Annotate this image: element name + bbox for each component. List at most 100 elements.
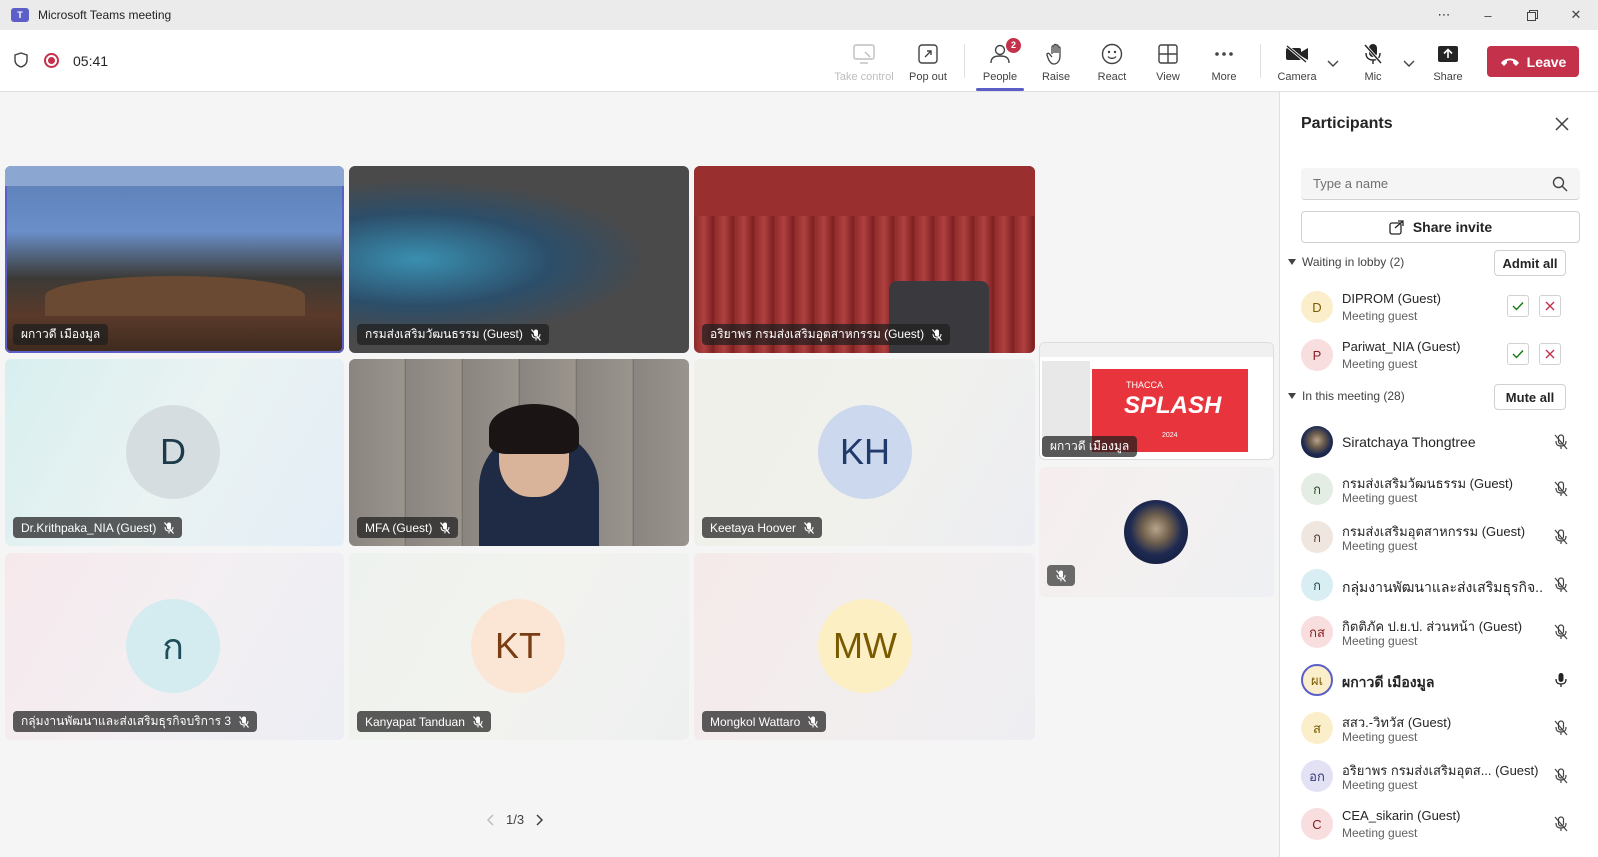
shared-screen-tile[interactable]: THACCA SPLASH 2024 ผกาวดี เมืองมูล	[1039, 342, 1274, 460]
tile-name-label: MFA (Guest)	[357, 517, 459, 538]
participant-item[interactable]: ส สสว.-วิทวัส (Guest) Meeting guest	[1301, 708, 1580, 752]
participant-item[interactable]: C CEA_sikarin (Guest) Meeting guest	[1301, 804, 1580, 848]
tile-name: Keetaya Hoover	[710, 520, 797, 535]
camera-off-icon	[1285, 42, 1309, 66]
raise-hand-icon	[1044, 42, 1068, 66]
tile-name-label: Dr.Krithpaka_NIA (Guest)	[13, 517, 183, 538]
participant-tile[interactable]: ก กลุ่มงานพัฒนาและส่งเสริมธุรกิจบริการ 3	[5, 553, 344, 740]
participant-item[interactable]: กส กิตติภัค ป.ย.ป. ส่วนหน้า (Guest) Meet…	[1301, 612, 1580, 656]
video-stage: ผกาวดี เมืองมูล กรมส่งเสริมวัฒนธรรม (Gue…	[0, 92, 1279, 857]
take-control-icon	[852, 42, 876, 66]
tile-name: ผกาวดี เมืองมูล	[1050, 439, 1130, 453]
avatar: อก	[1301, 760, 1333, 792]
pop-out-button[interactable]: Pop out	[898, 42, 958, 86]
share-invite-label: Share invite	[1412, 219, 1493, 235]
deny-button[interactable]	[1539, 343, 1561, 365]
participant-role: Meeting guest	[1342, 730, 1418, 744]
collapse-icon	[1288, 393, 1296, 399]
leave-button[interactable]: Leave	[1487, 46, 1579, 77]
people-button[interactable]: 2 People	[970, 38, 1030, 91]
mic-off-icon	[472, 715, 483, 728]
share-button[interactable]: Share	[1418, 42, 1478, 86]
take-control-button[interactable]: Take control	[834, 42, 894, 86]
participant-name: Siratchaya Thongtree	[1342, 434, 1476, 450]
close-icon[interactable]	[1552, 114, 1572, 134]
previous-page-icon[interactable]	[486, 813, 496, 827]
lobby-section-header[interactable]: Waiting in lobby (2)	[1288, 255, 1404, 269]
participant-tile[interactable]: KH Keetaya Hoover	[694, 359, 1035, 546]
participant-tile[interactable]: KT Kanyapat Tanduan	[349, 553, 689, 740]
next-page-icon[interactable]	[534, 813, 544, 827]
maximize-icon[interactable]	[1510, 0, 1554, 30]
video-tile[interactable]: อริยาพร กรมส่งเสริมอุตสาหกรรม (Guest)	[694, 166, 1035, 353]
mute-all-button[interactable]: Mute all	[1494, 384, 1566, 410]
mic-off-icon	[1554, 529, 1568, 545]
deny-button[interactable]	[1539, 295, 1561, 317]
admit-button[interactable]	[1507, 295, 1529, 317]
mic-off-icon	[1554, 624, 1568, 640]
lobby-item[interactable]: P Pariwat_NIA (Guest) Meeting guest	[1301, 335, 1580, 379]
pop-out-icon	[916, 42, 940, 66]
participant-tile[interactable]: MW Mongkol Wattaro	[694, 553, 1035, 740]
close-window-icon[interactable]: ✕	[1554, 0, 1598, 30]
more-button[interactable]: More	[1194, 42, 1254, 86]
meeting-section-header[interactable]: In this meeting (28)	[1288, 389, 1405, 403]
video-tile[interactable]: MFA (Guest)	[349, 359, 689, 546]
more-options-icon[interactable]: ⋯	[1422, 0, 1466, 30]
mic-off-icon	[804, 521, 815, 534]
avatar: KH	[818, 405, 912, 499]
participant-tile[interactable]	[1039, 467, 1274, 597]
video-tile[interactable]: กรมส่งเสริมวัฒนธรรม (Guest)	[349, 166, 689, 353]
participant-item[interactable]: ก กรมส่งเสริมอุตสาหกรรม (Guest) Meeting …	[1301, 517, 1580, 561]
curtain-valance	[694, 166, 1035, 216]
lobby-item[interactable]: D DIPROM (Guest) Meeting guest	[1301, 287, 1580, 331]
mic-off-icon	[1554, 481, 1568, 497]
participant-tile[interactable]: D Dr.Krithpaka_NIA (Guest)	[5, 359, 344, 546]
page-indicator: 1/3	[506, 812, 525, 827]
share-invite-button[interactable]: Share invite	[1301, 211, 1580, 243]
toolbar-divider	[964, 44, 965, 78]
participant-name: Pariwat_NIA (Guest)	[1342, 339, 1461, 354]
participant-item[interactable]: ผเ ผกาวดี เมืองมูล	[1301, 660, 1580, 704]
admit-all-button[interactable]: Admit all	[1494, 250, 1566, 276]
view-button[interactable]: View	[1138, 42, 1198, 86]
shield-icon[interactable]	[14, 52, 28, 68]
recording-icon	[44, 53, 59, 68]
avatar: ก	[1301, 521, 1333, 553]
mic-options-chevron-icon[interactable]	[1402, 56, 1416, 70]
participant-role: Meeting guest	[1342, 634, 1418, 648]
avatar: MW	[818, 599, 912, 693]
participant-item[interactable]: ก กรมส่งเสริมวัฒนธรรม (Guest) Meeting gu…	[1301, 469, 1580, 513]
checkmark-icon	[1512, 350, 1524, 359]
tile-name: Mongkol Wattaro	[710, 714, 801, 729]
person-hair	[489, 404, 579, 454]
camera-options-chevron-icon[interactable]	[1326, 56, 1340, 70]
participant-item[interactable]: Siratchaya Thongtree	[1301, 422, 1580, 466]
title-bar: T Microsoft Teams meeting ⋯ – ✕	[0, 0, 1598, 30]
participant-role: Meeting guest	[1342, 539, 1418, 553]
react-button[interactable]: React	[1082, 42, 1142, 86]
participant-name: DIPROM (Guest)	[1342, 291, 1441, 306]
participant-item[interactable]: ก กลุ่มงานพัฒนาและส่งเสริมธุรกิจ...	[1301, 565, 1580, 609]
minimize-icon[interactable]: –	[1466, 0, 1510, 30]
admit-button[interactable]	[1507, 343, 1529, 365]
meeting-toolbar: 05:41 Take control Pop out 2 People Rais…	[0, 30, 1598, 92]
participant-item[interactable]: อก อริยาพร กรมส่งเสริมอุตส... (Guest) Me…	[1301, 756, 1580, 800]
raise-hand-button[interactable]: Raise	[1026, 42, 1086, 86]
mic-button[interactable]: Mic	[1343, 42, 1403, 86]
camera-button[interactable]: Camera	[1267, 42, 1327, 86]
video-tile[interactable]: ผกาวดี เมืองมูล	[5, 166, 344, 353]
avatar: ก	[1301, 569, 1333, 601]
search-icon[interactable]	[1552, 176, 1568, 192]
participant-name: ผกาวดี เมืองมูล	[1342, 674, 1435, 690]
checkmark-icon	[1512, 302, 1524, 311]
collapse-icon	[1288, 259, 1296, 265]
tile-name-label: กลุ่มงานพัฒนาและส่งเสริมธุรกิจบริการ 3	[13, 711, 258, 732]
tile-name: Kanyapat Tanduan	[365, 714, 465, 729]
search-input[interactable]	[1301, 168, 1580, 200]
leave-label: Leave	[1526, 53, 1567, 70]
tile-name-label: ผกาวดี เมืองมูล	[13, 324, 109, 345]
participant-role: Meeting guest	[1342, 309, 1418, 323]
people-label: People	[982, 71, 1018, 83]
mic-on-icon	[1555, 673, 1567, 687]
